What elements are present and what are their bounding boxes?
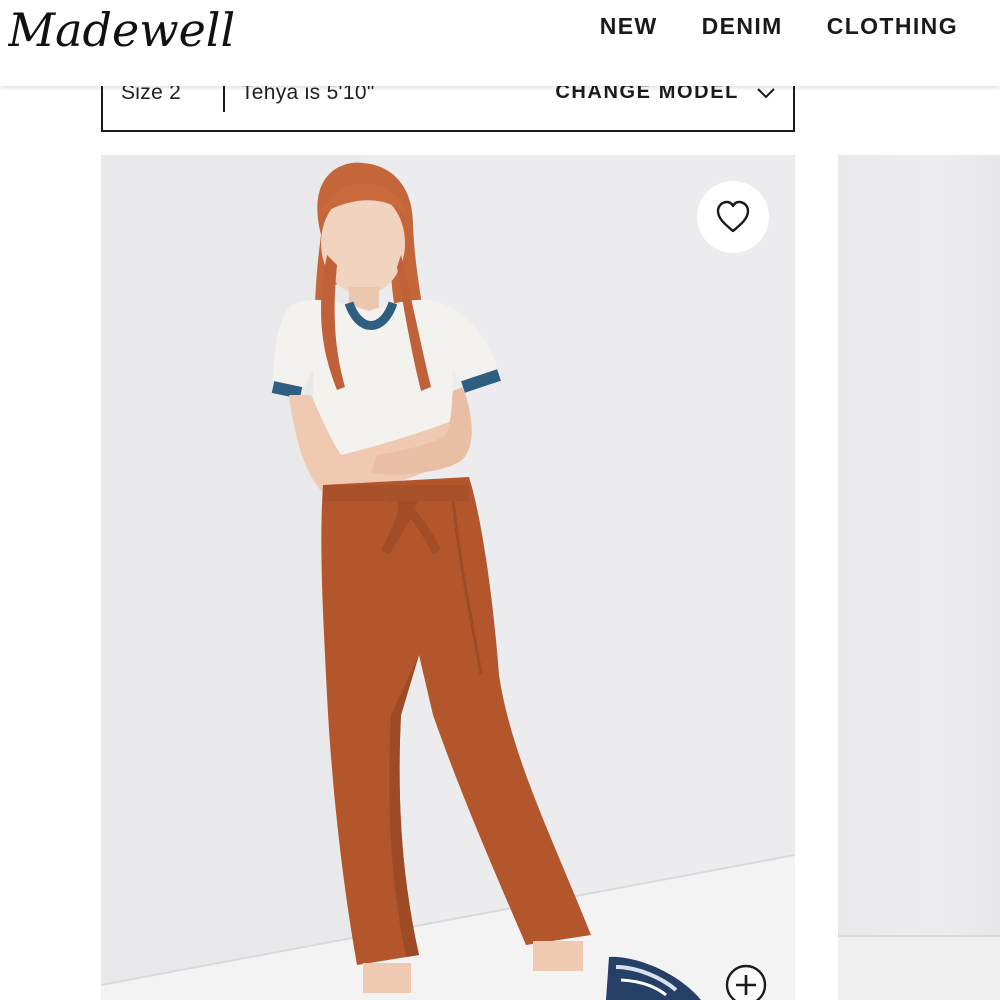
product-page: Size 2 Tehya is 5'10" CHANGE MODEL Madew…	[0, 0, 1000, 1000]
main-nav: NEW DENIM CLOTHING	[556, 13, 958, 40]
wishlist-button[interactable]	[697, 181, 769, 253]
nav-item-new[interactable]: NEW	[600, 13, 658, 40]
nav-item-clothing[interactable]: CLOTHING	[827, 13, 958, 40]
madewell-logo[interactable]: Madewell	[7, 0, 240, 70]
nav-item-denim[interactable]: DENIM	[702, 13, 783, 40]
product-photo	[101, 155, 795, 1000]
next-image-floor	[838, 935, 1000, 1000]
product-next-image[interactable]	[838, 155, 1000, 1000]
zoom-plus-icon	[725, 964, 767, 1000]
logo-wordmark: Madewell	[8, 3, 235, 57]
zoom-button[interactable]	[724, 963, 768, 1000]
heart-icon	[716, 200, 750, 233]
product-main-image[interactable]	[101, 155, 795, 1000]
site-header: Madewell NEW DENIM CLOTHING	[0, 0, 1000, 86]
